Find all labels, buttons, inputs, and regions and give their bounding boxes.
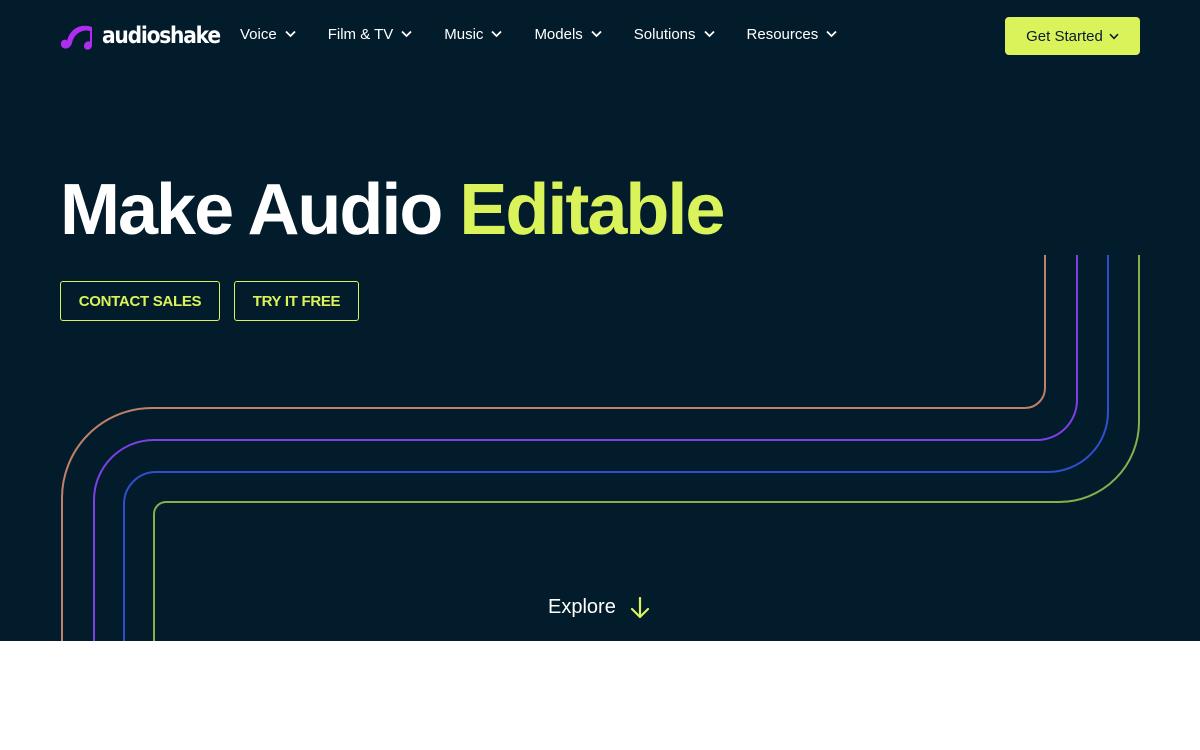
contact-sales-button[interactable]: CONTACT SALES <box>60 281 220 321</box>
nav-item-film-tv[interactable]: Film & TV <box>328 26 413 43</box>
chevron-down-icon <box>401 30 412 38</box>
arrow-down-icon <box>630 596 649 618</box>
explore-link[interactable]: Explore <box>548 596 650 619</box>
hero-headline: Make Audio Editable <box>60 168 725 252</box>
music-note-icon <box>60 25 92 50</box>
nav-item-music[interactable]: Music <box>444 25 503 43</box>
headline-main: Make Audio <box>60 170 443 250</box>
nav-item-resources[interactable]: Resources <box>747 26 838 43</box>
headline-accent: Editable <box>459 170 725 250</box>
chevron-down-icon <box>1109 33 1119 40</box>
get-started-label: Get Started <box>1026 27 1103 45</box>
chevron-down-icon <box>703 30 715 38</box>
try-it-free-label: TRY IT FREE <box>252 292 341 310</box>
contact-sales-label: CONTACT SALES <box>78 292 202 310</box>
nav-item-label: Film & TV <box>327 25 394 43</box>
nav-item-voice[interactable]: Voice <box>240 26 296 43</box>
brand-name: audioshake <box>102 23 221 49</box>
try-it-free-button[interactable]: TRY IT FREE <box>234 281 359 321</box>
nav-item-solutions[interactable]: Solutions <box>634 26 715 43</box>
nav-item-label: Solutions <box>633 25 696 43</box>
chevron-down-icon <box>491 30 503 38</box>
explore-label: Explore <box>548 596 616 618</box>
main-nav: Voice Film & TV Music Models Solutions R… <box>240 22 869 46</box>
chevron-down-icon <box>826 30 837 38</box>
chevron-down-icon <box>285 30 296 38</box>
hero-section: audioshake Voice Film & TV Music Models … <box>0 0 1200 641</box>
get-started-button[interactable]: Get Started <box>1005 17 1140 55</box>
nav-item-label: Resources <box>746 25 819 43</box>
nav-item-label: Voice <box>240 25 277 43</box>
nav-item-label: Models <box>534 25 583 43</box>
nav-item-label: Music <box>444 25 484 43</box>
nav-item-models[interactable]: Models <box>534 25 602 43</box>
chevron-down-icon <box>591 30 602 38</box>
brand-logo[interactable]: audioshake <box>60 18 236 54</box>
